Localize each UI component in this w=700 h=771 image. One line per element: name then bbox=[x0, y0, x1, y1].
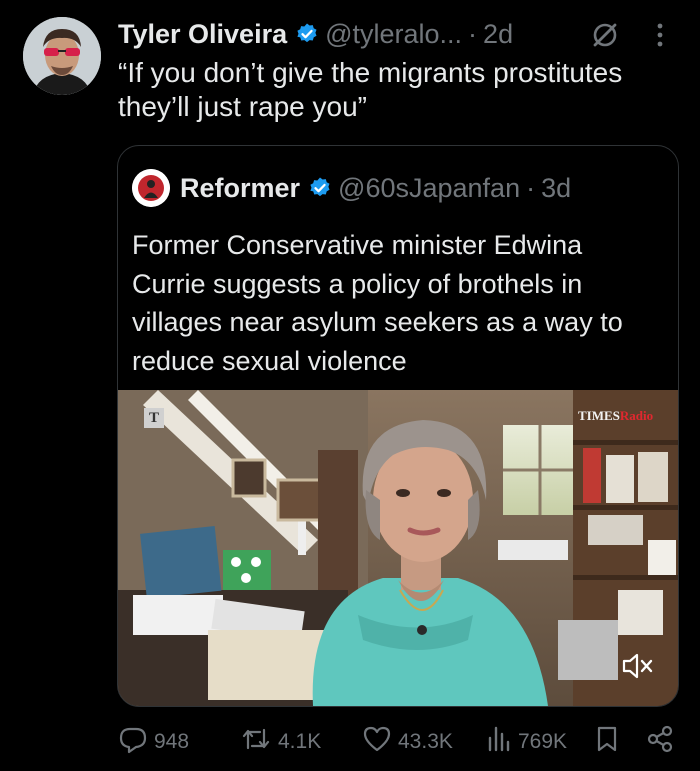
separator-dot: · bbox=[468, 18, 478, 49]
times-logo: T bbox=[144, 408, 164, 428]
quoted-text: Former Conservative minister Edwina Curr… bbox=[132, 230, 623, 376]
separator-dot: · bbox=[526, 172, 536, 203]
verified-badge-icon bbox=[308, 176, 332, 200]
author-name[interactable]: Tyler Oliveira bbox=[118, 19, 287, 50]
reply-icon bbox=[118, 724, 154, 760]
more-icon[interactable] bbox=[650, 20, 670, 50]
views-count: 769K bbox=[518, 730, 568, 753]
repost-button[interactable]: 4.1K bbox=[240, 720, 321, 764]
bookmark-button[interactable] bbox=[594, 720, 626, 764]
tweet-text: “If you don’t give the migrants prostitu… bbox=[118, 57, 623, 122]
video-frame bbox=[118, 390, 678, 706]
tweet-timestamp[interactable]: 2d bbox=[483, 19, 513, 50]
times-radio-logo-b: Radio bbox=[619, 408, 654, 423]
like-button[interactable]: 43.3K bbox=[362, 720, 453, 764]
repost-icon bbox=[240, 724, 278, 760]
share-button[interactable] bbox=[646, 720, 680, 764]
quoted-video[interactable]: T TIMESRadio bbox=[118, 390, 678, 706]
mute-icon[interactable] bbox=[618, 646, 658, 686]
author-avatar[interactable] bbox=[23, 17, 101, 95]
quoted-author-name[interactable]: Reformer bbox=[180, 173, 300, 204]
like-count: 43.3K bbox=[398, 730, 453, 753]
repost-count: 4.1K bbox=[278, 730, 322, 753]
share-icon bbox=[646, 724, 680, 760]
like-icon bbox=[362, 724, 398, 760]
views-button[interactable]: 769K bbox=[486, 720, 567, 764]
action-bar: 948 4.1K 43.3K 769K bbox=[0, 720, 700, 764]
reply-count: 948 bbox=[154, 730, 190, 753]
author-handle[interactable]: @tyleralo... bbox=[325, 19, 462, 50]
quoted-author-handle[interactable]: @60sJapanfan bbox=[338, 173, 520, 204]
quoted-tweet[interactable]: Reformer @60sJapanfan · 3d Former Conser… bbox=[117, 145, 679, 707]
quoted-timestamp[interactable]: 3d bbox=[541, 173, 571, 204]
quoted-header: Reformer @60sJapanfan · 3d bbox=[132, 168, 571, 208]
grok-icon[interactable] bbox=[590, 20, 620, 55]
verified-badge-icon bbox=[295, 22, 319, 46]
quoted-avatar[interactable] bbox=[132, 169, 170, 207]
views-icon bbox=[486, 724, 518, 760]
tweet-header: Tyler Oliveira @tyleralo... · 2d bbox=[118, 14, 513, 54]
times-radio-logo: TIMESRadio bbox=[578, 408, 653, 424]
reply-button[interactable]: 948 bbox=[118, 720, 189, 764]
bookmark-icon bbox=[594, 724, 626, 760]
times-radio-logo-a: TIMES bbox=[578, 408, 620, 423]
